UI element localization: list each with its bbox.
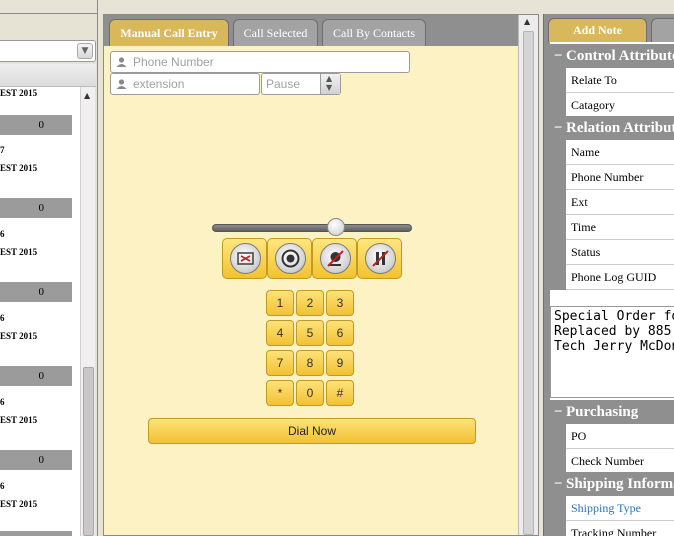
call-log-date: EST 2015 <box>0 415 38 425</box>
scrollbar-thumb[interactable] <box>523 31 534 535</box>
call-log-group-header[interactable] <box>0 531 72 536</box>
tab-manual-call-entry[interactable]: Manual Call Entry <box>109 19 229 46</box>
call-log-group-header[interactable]: 0 <box>0 198 72 218</box>
call-log-column-header <box>0 64 96 87</box>
scroll-up-icon[interactable]: ▲ <box>524 17 530 26</box>
section-purchasing[interactable]: − Purchasing <box>550 400 674 424</box>
collapse-icon[interactable]: − <box>550 116 566 140</box>
hold-button[interactable] <box>357 238 402 279</box>
call-log-time: 7 <box>0 145 5 155</box>
call-log-group-header[interactable]: 0 <box>0 450 72 470</box>
speaker-button[interactable] <box>267 238 312 279</box>
call-log-date: EST 2015 <box>0 499 38 509</box>
volume-slider[interactable] <box>212 224 412 232</box>
attr-status[interactable]: Status <box>566 240 674 265</box>
call-log-time: 6 <box>0 397 5 407</box>
tab-call-selected[interactable]: Call Selected <box>233 19 318 46</box>
dialer-tab-bar: Manual Call Entry Call Selected Call By … <box>104 15 518 46</box>
note-panel: Add Note − Control Attributes Relate To C… <box>543 14 674 536</box>
attr-name[interactable]: Name <box>566 140 674 165</box>
call-log-date: EST 2015 <box>0 247 38 257</box>
tab-add-note[interactable]: Add Note <box>548 18 647 42</box>
stepper-down-icon[interactable]: ▼ <box>326 83 332 92</box>
person-icon <box>116 79 127 89</box>
pause-stepper-buttons[interactable]: ▲ ▼ <box>320 74 340 94</box>
attr-time[interactable]: Time <box>566 215 674 240</box>
call-log-group-header[interactable]: 0 <box>0 115 72 135</box>
dial-now-button[interactable]: Dial Now <box>148 418 476 444</box>
pause-placeholder: Pause <box>266 77 301 91</box>
left-panel-header <box>0 0 97 14</box>
attr-po[interactable]: PO <box>566 424 674 449</box>
note-textarea[interactable]: Special Order fo Replaced by 885 Tech Je… <box>550 306 674 398</box>
attr-phone-log-guid[interactable]: Phone Log GUID <box>566 265 674 290</box>
speaker-icon <box>281 249 300 268</box>
phone-number-input[interactable]: Phone Number <box>110 51 410 73</box>
section-control-attributes[interactable]: − Control Attributes <box>550 44 674 68</box>
dialer-scrollbar[interactable]: ▲ <box>518 15 538 535</box>
transfer-button[interactable] <box>222 238 267 279</box>
attr-relate-to[interactable]: Relate To <box>566 68 674 93</box>
call-log-date: EST 2015 <box>0 163 38 173</box>
keypad-key-star[interactable]: * <box>266 380 294 406</box>
keypad-key-9[interactable]: 9 <box>326 350 354 376</box>
call-log-panel: ▼ EST 2015 0 7 EST 2015 0 6 EST 2015 0 6… <box>0 0 98 536</box>
mute-button[interactable] <box>312 238 357 279</box>
volume-slider-thumb[interactable] <box>327 218 345 236</box>
tab-secondary[interactable] <box>651 18 674 42</box>
keypad-key-1[interactable]: 1 <box>266 290 294 316</box>
hold-icon <box>372 250 389 267</box>
call-log-time: 6 <box>0 229 5 239</box>
attr-shipping-type[interactable]: Shipping Type <box>566 496 674 521</box>
mute-microphone-icon <box>327 250 344 267</box>
call-log-time: 6 <box>0 313 5 323</box>
keypad-key-4[interactable]: 4 <box>266 320 294 346</box>
collapse-icon[interactable]: − <box>550 472 566 496</box>
call-log-time: 6 <box>0 481 5 491</box>
call-log-date: EST 2015 <box>0 331 38 341</box>
scrollbar-thumb[interactable] <box>83 367 94 536</box>
keypad-key-2[interactable]: 2 <box>296 290 324 316</box>
attr-ext[interactable]: Ext <box>566 190 674 215</box>
dialer-panel: Manual Call Entry Call Selected Call By … <box>103 14 539 536</box>
collapse-icon[interactable]: − <box>550 400 566 424</box>
note-attributes: − Control Attributes Relate To Catagory −… <box>548 42 674 536</box>
tab-call-by-contacts[interactable]: Call By Contacts <box>322 19 426 46</box>
extension-input[interactable]: extension <box>110 73 260 95</box>
app-window: ▼ EST 2015 0 7 EST 2015 0 6 EST 2015 0 6… <box>0 0 674 536</box>
pause-stepper[interactable]: Pause ▲ ▼ <box>261 73 341 95</box>
call-log-list: EST 2015 0 7 EST 2015 0 6 EST 2015 0 6 E… <box>0 87 80 536</box>
attr-phone-number[interactable]: Phone Number <box>566 165 674 190</box>
attr-category[interactable]: Catagory <box>566 93 674 118</box>
keypad-key-0[interactable]: 0 <box>296 380 324 406</box>
keypad-key-5[interactable]: 5 <box>296 320 324 346</box>
person-icon <box>116 57 127 67</box>
keypad-key-7[interactable]: 7 <box>266 350 294 376</box>
collapse-icon[interactable]: − <box>550 44 566 68</box>
extension-placeholder: extension <box>133 77 185 91</box>
call-log-filter-select[interactable]: ▼ <box>0 40 96 62</box>
call-log-date: EST 2015 <box>0 88 38 98</box>
call-log-scrollbar[interactable]: ▲ <box>80 87 95 536</box>
section-relation-attributes[interactable]: −Relation Attributes <box>550 116 674 140</box>
call-log-group-header[interactable]: 0 <box>0 282 72 302</box>
call-transfer-icon <box>237 252 254 265</box>
chevron-down-icon[interactable]: ▼ <box>77 43 93 59</box>
stepper-up-icon[interactable]: ▲ <box>326 74 332 83</box>
attr-tracking-number[interactable]: Tracking Number <box>566 521 674 536</box>
attr-check-number[interactable]: Check Number <box>566 449 674 474</box>
keypad-key-6[interactable]: 6 <box>326 320 354 346</box>
call-log-group-header[interactable]: 0 <box>0 366 72 386</box>
scroll-up-icon[interactable]: ▲ <box>84 91 90 100</box>
keypad-key-3[interactable]: 3 <box>326 290 354 316</box>
keypad-key-hash[interactable]: # <box>326 380 354 406</box>
section-shipping-information[interactable]: −Shipping Information <box>550 472 674 496</box>
keypad-key-8[interactable]: 8 <box>296 350 324 376</box>
phone-number-placeholder: Phone Number <box>133 55 214 69</box>
